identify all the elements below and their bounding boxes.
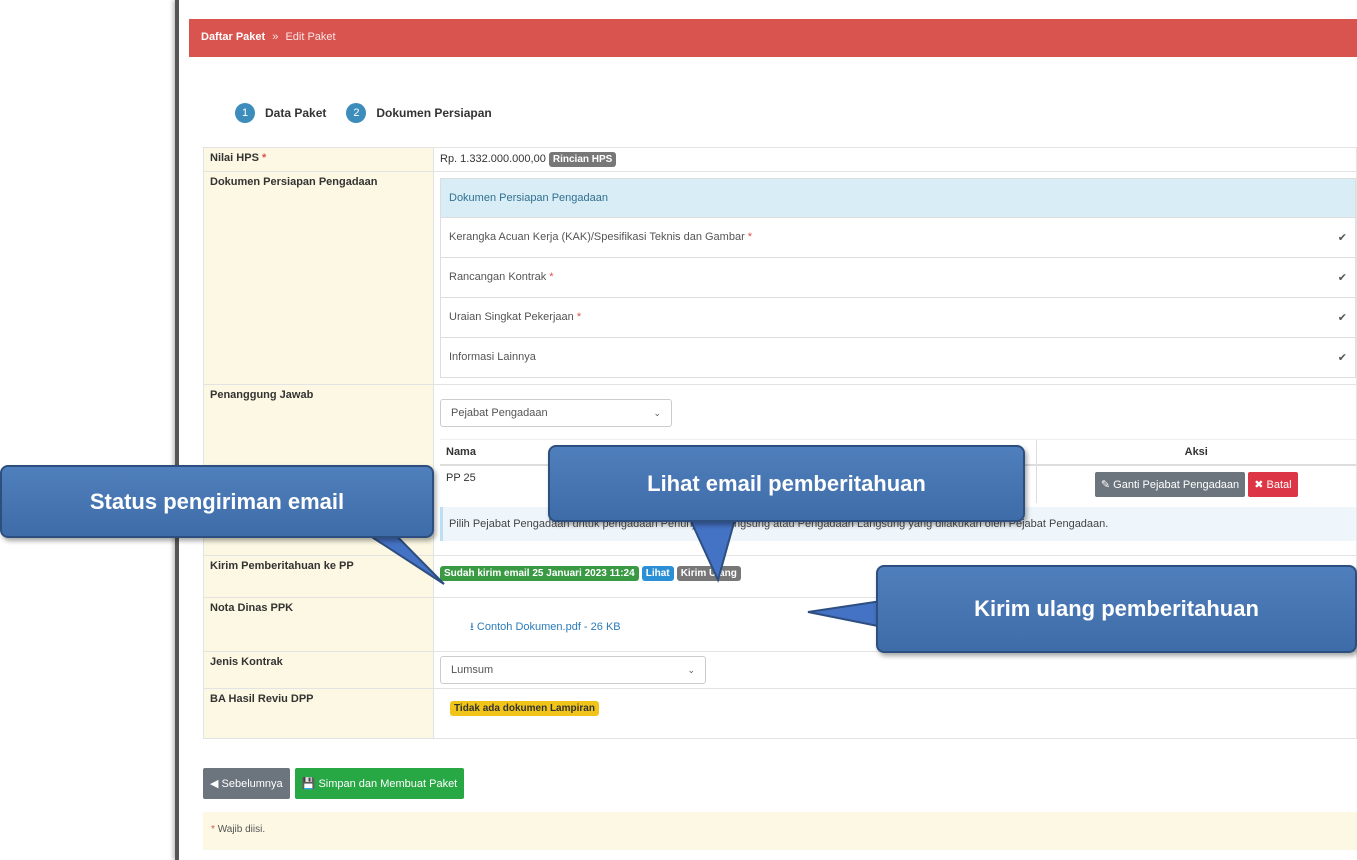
required-note: * Wajib diisi. <box>203 812 1357 850</box>
step-number: 1 <box>235 103 255 123</box>
dokumen-list: Dokumen Persiapan Pengadaan Kerangka Acu… <box>440 178 1356 378</box>
list-item[interactable]: Uraian Singkat Pekerjaan * ✔ <box>441 298 1355 338</box>
list-item[interactable]: Kerangka Acuan Kerja (KAK)/Spesifikasi T… <box>441 218 1355 258</box>
download-link[interactable]: ⭳ Contoh Dokumen.pdf - 26 KB <box>470 621 621 633</box>
no-attachment-badge: Tidak ada dokumen Lampiran <box>450 701 599 716</box>
check-icon: ✔ <box>1337 352 1347 364</box>
breadcrumb-current: Edit Paket <box>285 31 336 43</box>
step-number: 2 <box>346 103 367 123</box>
breadcrumb: Daftar Paket » Edit Paket <box>189 19 1357 57</box>
dokumen-cell: Dokumen Persiapan Pengadaan Kerangka Acu… <box>433 171 1357 385</box>
list-item[interactable]: Rancangan Kontrak * ✔ <box>441 258 1355 298</box>
callout-lihat: Lihat email pemberitahuan <box>548 445 1025 522</box>
ba-hasil-cell: Tidak ada dokumen Lampiran <box>433 688 1357 739</box>
ganti-pejabat-button[interactable]: ✎ Ganti Pejabat Pengadaan <box>1094 472 1246 497</box>
breadcrumb-separator: » <box>272 31 279 43</box>
nilai-hps-label: Nilai HPS * <box>203 147 434 172</box>
kirim-label: Kirim Pemberitahuan ke PP <box>203 555 434 598</box>
check-icon: ✔ <box>1337 272 1347 284</box>
step-data-paket[interactable]: 1 Data Paket <box>235 103 326 123</box>
nota-label: Nota Dinas PPK <box>203 597 434 652</box>
email-status-badge: Sudah kirim email 25 Januari 2023 11:24 <box>440 566 639 581</box>
kirim-ulang-button[interactable]: Kirim Ulang <box>676 566 741 581</box>
callout-ulang: Kirim ulang pemberitahuan <box>876 565 1357 653</box>
callout-status: Status pengiriman email <box>0 465 434 538</box>
save-button[interactable]: 💾 Simpan dan Membuat Paket <box>294 768 465 799</box>
dokumen-label: Dokumen Persiapan Pengadaan <box>203 171 434 385</box>
column-header-aksi: Aksi <box>1035 439 1356 466</box>
chevron-down-icon: ⌄ <box>653 407 661 418</box>
step-label: Data Paket <box>265 106 327 120</box>
penanggung-select[interactable]: Pejabat Pengadaan ⌄ <box>440 399 672 427</box>
rincian-hps-button[interactable]: Rincian HPS <box>548 152 617 167</box>
breadcrumb-root[interactable]: Daftar Paket <box>201 31 265 43</box>
list-item[interactable]: Informasi Lainnya ✔ <box>441 338 1355 377</box>
check-icon: ✔ <box>1337 312 1347 324</box>
chevron-down-icon: ⌄ <box>687 664 695 675</box>
step-label: Dokumen Persiapan <box>376 106 492 120</box>
dokumen-list-header: Dokumen Persiapan Pengadaan <box>441 179 1355 218</box>
form-actions: ◀ Sebelumnya 💾 Simpan dan Membuat Paket <box>203 768 469 799</box>
aksi-cell: ✎ Ganti Pejabat Pengadaan ✖ Batal <box>1035 465 1356 503</box>
nilai-hps-cell: Rp. 1.332.000.000,00 Rincian HPS <box>433 147 1357 172</box>
download-icon: ⭳ <box>470 621 474 633</box>
step-dokumen-persiapan[interactable]: 2 Dokumen Persiapan <box>346 103 492 123</box>
check-icon: ✔ <box>1337 232 1347 244</box>
ba-hasil-label: BA Hasil Reviu DPP <box>203 688 434 739</box>
jenis-kontrak-select[interactable]: Lumsum ⌄ <box>440 656 706 684</box>
lihat-button[interactable]: Lihat <box>641 566 674 581</box>
jenis-kontrak-label: Jenis Kontrak <box>203 651 434 689</box>
jenis-kontrak-cell: Lumsum ⌄ <box>433 651 1357 689</box>
nilai-hps-value: Rp. 1.332.000.000,00 <box>440 153 546 165</box>
previous-button[interactable]: ◀ Sebelumnya <box>203 768 290 799</box>
wizard-steps: 1 Data Paket 2 Dokumen Persiapan <box>235 103 512 123</box>
batal-button[interactable]: ✖ Batal <box>1248 472 1298 497</box>
